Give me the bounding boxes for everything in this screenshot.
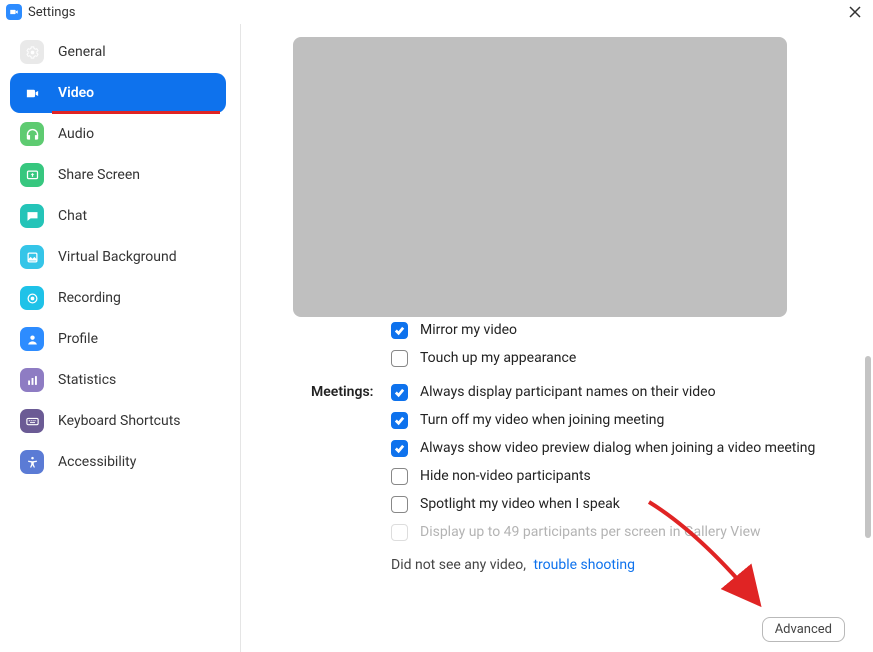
sidebar-item-label: Profile <box>58 331 98 347</box>
option-label: Touch up my appearance <box>420 350 576 367</box>
sidebar-item-label: Keyboard Shortcuts <box>58 413 181 429</box>
option-label: Hide non-video participants <box>420 468 591 485</box>
sidebar-item-keyboard-shortcuts[interactable]: Keyboard Shortcuts <box>10 401 226 441</box>
sidebar-item-label: Chat <box>58 208 87 224</box>
checkbox-icon <box>391 524 408 541</box>
annotation-arrow <box>641 494 781 624</box>
sidebar-item-audio[interactable]: Audio <box>10 114 226 154</box>
sidebar-item-label: Audio <box>58 126 94 142</box>
checkbox-icon[interactable] <box>391 322 408 339</box>
recording-icon <box>20 286 44 310</box>
option-display-names[interactable]: Always display participant names on thei… <box>391 384 716 401</box>
option-label: Spotlight my video when I speak <box>420 496 620 513</box>
chat-icon <box>20 204 44 228</box>
sidebar-item-label: Virtual Background <box>58 249 177 265</box>
section-label-meetings: Meetings: <box>311 384 373 400</box>
sidebar-item-share-screen[interactable]: Share Screen <box>10 155 226 195</box>
option-hide-nonvideo[interactable]: Hide non-video participants <box>391 468 591 485</box>
no-video-help: Did not see any video, trouble shooting <box>391 557 635 573</box>
video-icon <box>20 81 44 105</box>
settings-sidebar: General Video Audio Share Screen Chat <box>0 24 241 652</box>
app-logo-icon <box>6 4 22 20</box>
video-preview <box>293 37 787 317</box>
sidebar-item-label: Statistics <box>58 372 116 388</box>
sidebar-item-label: Recording <box>58 290 121 306</box>
checkbox-icon[interactable] <box>391 412 408 429</box>
sidebar-item-chat[interactable]: Chat <box>10 196 226 236</box>
sidebar-item-label: Video <box>58 85 94 101</box>
sidebar-item-video[interactable]: Video <box>10 73 226 113</box>
sidebar-item-recording[interactable]: Recording <box>10 278 226 318</box>
sidebar-item-virtual-background[interactable]: Virtual Background <box>10 237 226 277</box>
settings-content: Mirror my video Touch up my appearance M… <box>241 24 873 652</box>
accessibility-icon <box>20 450 44 474</box>
window-title: Settings <box>28 5 75 20</box>
option-spotlight[interactable]: Spotlight my video when I speak <box>391 496 620 513</box>
option-49-participants: Display up to 49 participants per screen… <box>391 524 761 541</box>
checkbox-icon[interactable] <box>391 350 408 367</box>
sidebar-item-label: Accessibility <box>58 454 136 470</box>
share-screen-icon <box>20 163 44 187</box>
option-label: Always show video preview dialog when jo… <box>420 440 815 457</box>
advanced-button[interactable]: Advanced <box>762 617 845 642</box>
option-label: Display up to 49 participants per screen… <box>420 524 761 541</box>
profile-icon <box>20 327 44 351</box>
checkbox-icon[interactable] <box>391 384 408 401</box>
sidebar-item-general[interactable]: General <box>10 32 226 72</box>
option-mirror-video[interactable]: Mirror my video <box>391 322 517 339</box>
sidebar-item-profile[interactable]: Profile <box>10 319 226 359</box>
keyboard-icon <box>20 409 44 433</box>
scrollbar-thumb[interactable] <box>865 356 871 538</box>
no-video-text: Did not see any video, <box>391 557 526 573</box>
checkbox-icon[interactable] <box>391 468 408 485</box>
gear-icon <box>20 40 44 64</box>
option-label: Turn off my video when joining meeting <box>420 412 664 429</box>
sidebar-item-accessibility[interactable]: Accessibility <box>10 442 226 482</box>
option-touch-up[interactable]: Touch up my appearance <box>391 350 576 367</box>
close-button[interactable] <box>843 2 867 22</box>
sidebar-item-label: General <box>58 44 106 60</box>
option-label: Always display participant names on thei… <box>420 384 716 401</box>
sidebar-item-statistics[interactable]: Statistics <box>10 360 226 400</box>
checkbox-icon[interactable] <box>391 496 408 513</box>
statistics-icon <box>20 368 44 392</box>
headphones-icon <box>20 122 44 146</box>
option-label: Mirror my video <box>420 322 517 339</box>
troubleshoot-link[interactable]: trouble shooting <box>533 557 635 573</box>
checkbox-icon[interactable] <box>391 440 408 457</box>
option-show-preview[interactable]: Always show video preview dialog when jo… <box>391 440 815 457</box>
sidebar-item-label: Share Screen <box>58 167 140 183</box>
virtual-background-icon <box>20 245 44 269</box>
option-turn-off-video[interactable]: Turn off my video when joining meeting <box>391 412 664 429</box>
